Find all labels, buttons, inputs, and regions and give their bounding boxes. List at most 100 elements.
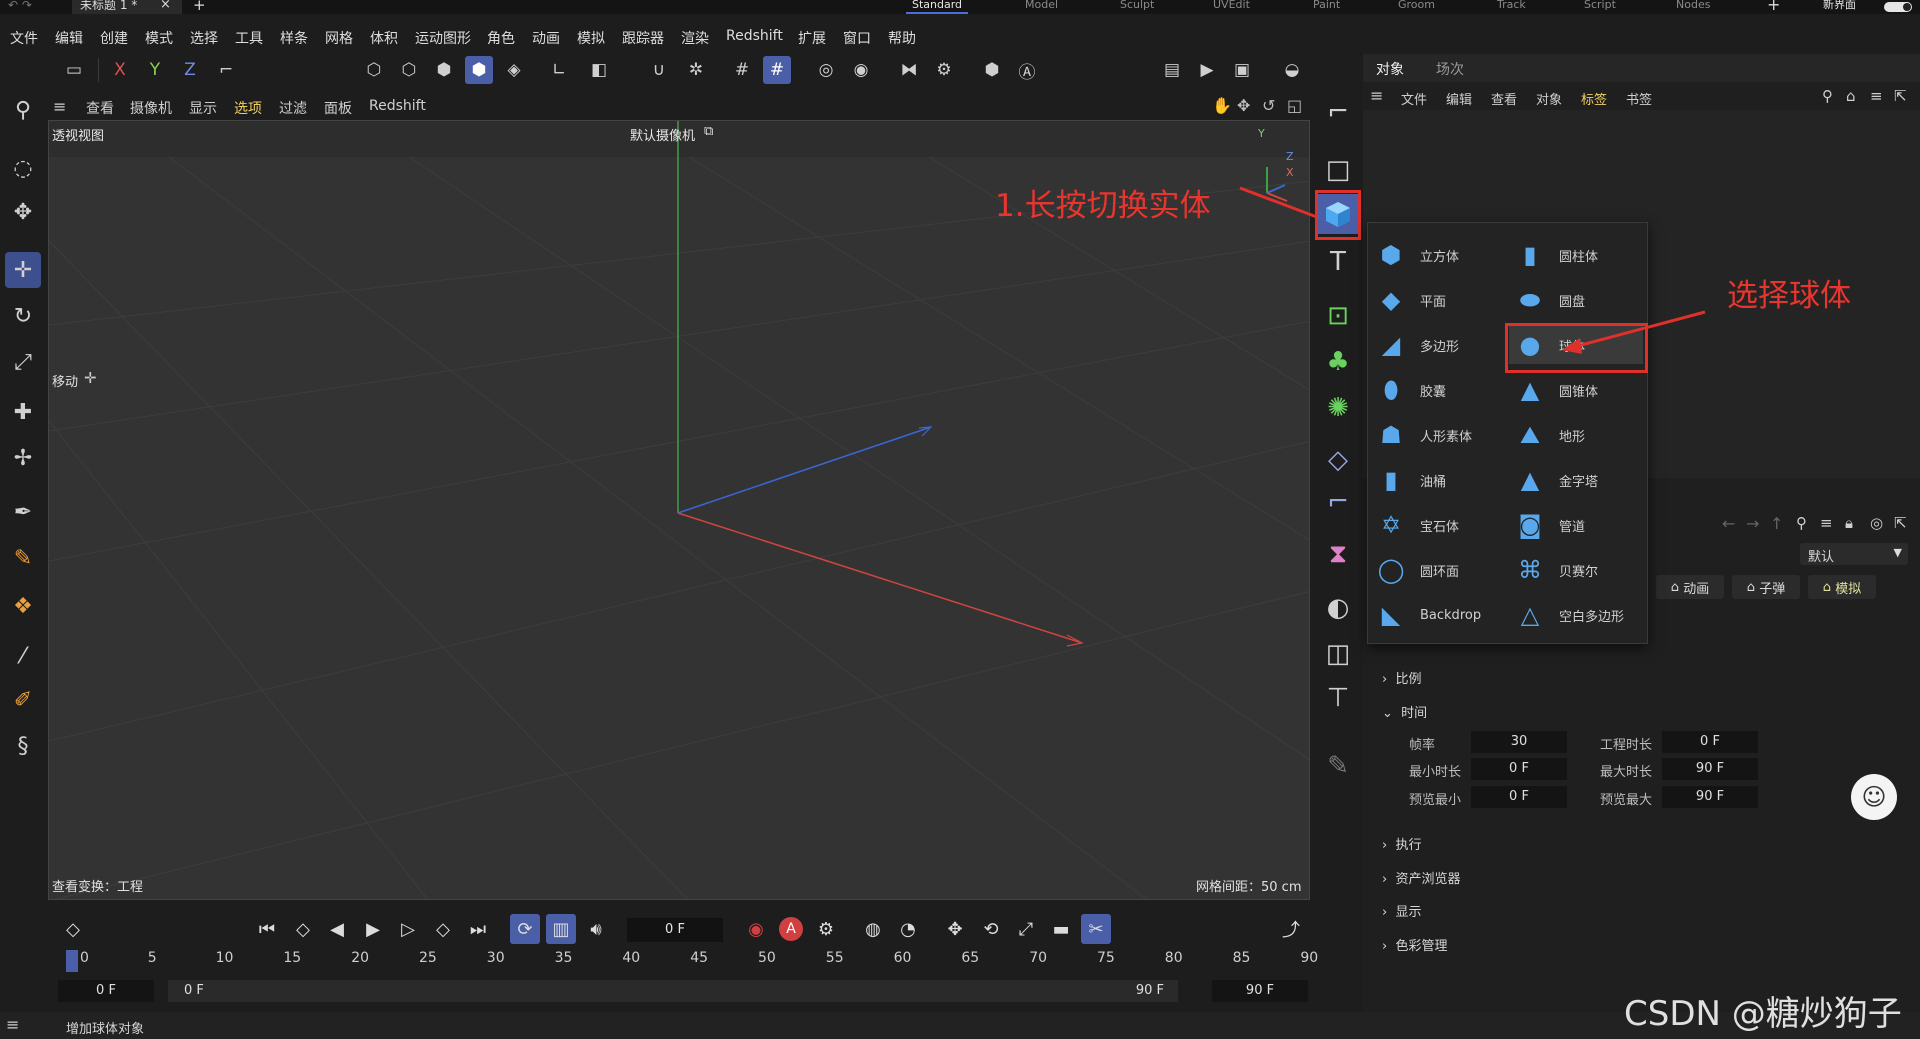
pan-view-icon[interactable]: ✋ bbox=[1212, 96, 1232, 115]
menu-volume[interactable]: 体积 bbox=[370, 28, 398, 48]
back-arrow-icon[interactable]: ← bbox=[1722, 514, 1735, 533]
layout-tab-standard[interactable]: Standard bbox=[905, 0, 969, 14]
menu-mograph[interactable]: 运动图形 bbox=[415, 28, 471, 48]
layout-tab-uvedit[interactable]: UVEdit bbox=[1213, 0, 1250, 14]
camera-link-icon[interactable]: ⧉ bbox=[704, 124, 713, 139]
new-ui-toggle[interactable] bbox=[1884, 2, 1912, 12]
rotate-view-icon[interactable]: ↺ bbox=[1262, 96, 1275, 115]
keyframe-selection-icon[interactable]: ◍ bbox=[858, 914, 888, 944]
viewport-menu-panel[interactable]: 面板 bbox=[324, 98, 352, 118]
primitive-item-platonic[interactable]: ✡ 宝石体 bbox=[1370, 506, 1504, 544]
attr-filter-icon[interactable]: ≡ bbox=[1820, 514, 1833, 532]
fps-field[interactable]: 30 bbox=[1471, 731, 1567, 753]
section-asset-browser[interactable]: › 资产浏览器 bbox=[1382, 868, 1460, 887]
primitive-item-cone[interactable]: ▲ 圆锥体 bbox=[1509, 371, 1643, 409]
primitive-item-landscape[interactable]: ⛰ 地形 bbox=[1509, 416, 1643, 454]
sound-icon[interactable]: 🔊︎ bbox=[581, 914, 611, 944]
om-menu-view[interactable]: 查看 bbox=[1491, 89, 1517, 108]
combined-transform-icon[interactable]: ✢ bbox=[5, 440, 41, 476]
primitive-item-backdrop[interactable]: ◣ Backdrop bbox=[1370, 596, 1504, 634]
layout-tab-paint[interactable]: Paint bbox=[1313, 0, 1340, 14]
previous-key-icon[interactable]: ◇ bbox=[288, 914, 318, 944]
om-menu-object[interactable]: 对象 bbox=[1536, 89, 1562, 108]
tab-takes[interactable]: 场次 bbox=[1436, 59, 1464, 79]
project-length-field[interactable]: 0 F bbox=[1662, 731, 1758, 753]
camera-name-label[interactable]: 默认摄像机 bbox=[630, 125, 695, 144]
menu-spline[interactable]: 样条 bbox=[280, 28, 308, 48]
primitive-item-oil-tank[interactable]: ▮ 油桶 bbox=[1370, 461, 1504, 499]
objects-icon[interactable]: ▭ bbox=[60, 56, 88, 84]
key-settings-icon[interactable]: ⚙ bbox=[811, 914, 841, 944]
menu-render[interactable]: 渲染 bbox=[681, 28, 709, 48]
deformer-icon[interactable]: ⊡ bbox=[1318, 296, 1358, 336]
layout-tab-track[interactable]: Track bbox=[1497, 0, 1526, 14]
key-scale-icon[interactable]: ⤢ bbox=[1011, 914, 1041, 944]
tab-objects[interactable]: 对象 bbox=[1376, 59, 1404, 79]
polygons-mode-icon[interactable]: ⬢ bbox=[430, 56, 458, 84]
menu-redshift[interactable]: Redshift bbox=[726, 28, 783, 44]
search-icon[interactable]: ⚲ bbox=[5, 92, 41, 128]
om-home-icon[interactable]: ⌂ bbox=[1846, 87, 1856, 105]
max-time-field[interactable]: 90 F bbox=[1662, 758, 1758, 780]
viewport-menu-redshift[interactable]: Redshift bbox=[369, 98, 426, 114]
select-tool-icon[interactable]: ✥ bbox=[5, 194, 41, 230]
menu-select[interactable]: 选择 bbox=[190, 28, 218, 48]
shapes-icon[interactable]: ❖ bbox=[5, 588, 41, 624]
auto-key-icon[interactable]: A bbox=[776, 914, 806, 944]
menu-character[interactable]: 角色 bbox=[487, 28, 515, 48]
layout-tab-model[interactable]: Model bbox=[1025, 0, 1058, 14]
spline-pen-icon[interactable]: ✒ bbox=[5, 494, 41, 530]
model-mode-icon[interactable]: ⬢ bbox=[465, 56, 493, 84]
snap-magnet-icon[interactable]: ∪ bbox=[645, 56, 673, 84]
points-mode-icon[interactable]: ⬡ bbox=[360, 56, 388, 84]
camera-icon[interactable]: ◫ bbox=[1318, 634, 1358, 674]
viewport-menu-display[interactable]: 显示 bbox=[189, 98, 217, 118]
playhead[interactable] bbox=[66, 950, 78, 972]
menu-simulate[interactable]: 模拟 bbox=[577, 28, 605, 48]
light-icon[interactable]: ◐ bbox=[1318, 588, 1358, 628]
edit-icon[interactable]: ✎ bbox=[1318, 746, 1358, 786]
menu-animate[interactable]: 动画 bbox=[532, 28, 560, 48]
primitive-item-plane[interactable]: ◆ 平面 bbox=[1370, 281, 1504, 319]
section-color-management[interactable]: › 色彩管理 bbox=[1382, 935, 1447, 954]
coordinate-system-icon[interactable]: ⌐ bbox=[212, 56, 240, 84]
render-view-icon[interactable]: ▶ bbox=[1193, 56, 1221, 84]
current-frame-field[interactable]: 0 F bbox=[627, 918, 723, 942]
symmetry-icon[interactable]: ◉ bbox=[847, 56, 875, 84]
key-position-icon[interactable]: ✥ bbox=[940, 914, 970, 944]
key-rotation-icon[interactable]: ⟲ bbox=[976, 914, 1006, 944]
key-param-icon[interactable]: ▬ bbox=[1046, 914, 1076, 944]
previous-frame-icon[interactable]: ◀ bbox=[322, 914, 352, 944]
primitive-item-cube[interactable]: ⬢ 立方体 bbox=[1370, 236, 1504, 274]
null-object-icon[interactable]: □ bbox=[1318, 150, 1358, 190]
section-scale[interactable]: › 比例 bbox=[1382, 668, 1421, 687]
menu-tracker[interactable]: 跟踪器 bbox=[622, 28, 664, 48]
preview-min-field[interactable]: 0 F bbox=[1471, 786, 1567, 808]
menu-create[interactable]: 创建 bbox=[100, 28, 128, 48]
snap-settings-icon[interactable]: ✲ bbox=[682, 56, 710, 84]
workplane-grid-icon[interactable]: # bbox=[763, 56, 791, 84]
om-menu-edit[interactable]: 编辑 bbox=[1446, 89, 1472, 108]
preview-range-bar[interactable]: 0 F 0 F 90 F 90 F bbox=[58, 978, 1308, 1004]
grid-icon[interactable]: # bbox=[728, 56, 756, 84]
primitive-item-empty-polygon[interactable]: △ 空白多边形 bbox=[1509, 596, 1643, 634]
viewport-menu-options[interactable]: 选项 bbox=[234, 98, 262, 118]
next-frame-icon[interactable]: ▷ bbox=[393, 914, 423, 944]
live-selection-icon[interactable]: ◌ bbox=[5, 150, 41, 186]
primitive-item-capsule[interactable]: ⬮ 胶囊 bbox=[1370, 371, 1504, 409]
viewport-menu-view[interactable]: 查看 bbox=[86, 98, 114, 118]
primitive-item-tube[interactable]: ◙ 管道 bbox=[1509, 506, 1643, 544]
preview-max-field[interactable]: 90 F bbox=[1662, 786, 1758, 808]
floor-icon[interactable]: ⊤ bbox=[1318, 678, 1358, 718]
timeline-graph-icon[interactable]: ⤴ bbox=[1276, 914, 1306, 944]
record-icon[interactable]: ◉ bbox=[741, 914, 771, 944]
avatar[interactable]: ☺ bbox=[1851, 774, 1897, 820]
animation-tab-button[interactable]: ⌂ 动画 bbox=[1656, 575, 1724, 599]
motion-clip-icon[interactable]: ◔ bbox=[893, 914, 923, 944]
generator-icon[interactable]: ✺ bbox=[1318, 388, 1358, 428]
primitive-item-bezier[interactable]: ⌘ 贝赛尔 bbox=[1509, 551, 1643, 589]
tool-settings-icon[interactable]: ⚙ bbox=[930, 56, 958, 84]
menu-help[interactable]: 帮助 bbox=[888, 28, 916, 48]
om-popout-icon[interactable]: ⇱ bbox=[1894, 87, 1907, 105]
preview-range-icon[interactable]: ▥ bbox=[546, 914, 576, 944]
